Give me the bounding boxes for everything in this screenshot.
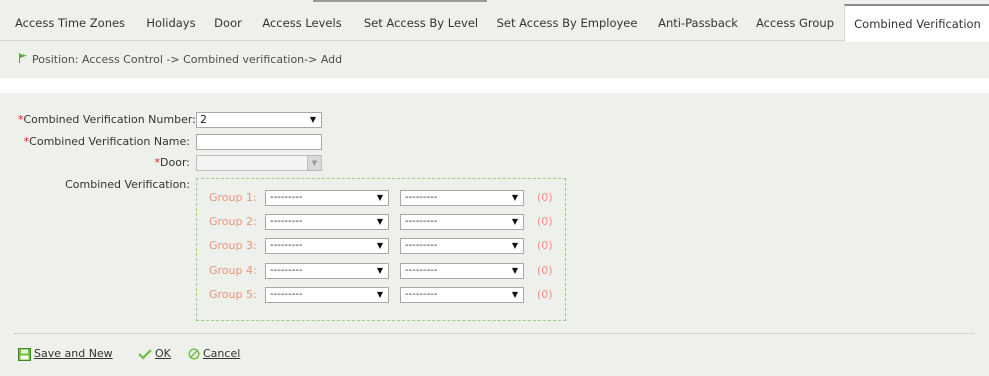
breadcrumb-text: Position: Access Control -> Combined ver…	[32, 53, 343, 66]
chevron-down-icon: ▼	[376, 241, 383, 250]
group-count: (0)	[537, 239, 553, 252]
group-count: (0)	[537, 288, 553, 301]
chevron-down-icon: ▼	[376, 217, 383, 226]
group-2-select-b[interactable]: --------- ▼	[400, 214, 524, 230]
group-label: Group 5:	[209, 288, 257, 301]
group-5-select-b[interactable]: --------- ▼	[400, 287, 524, 303]
chevron-down-icon: ▼	[309, 115, 316, 124]
cancel-button[interactable]: Cancel	[188, 346, 240, 362]
info-bar	[0, 78, 989, 93]
group-label: Group 4:	[209, 264, 257, 277]
divider	[14, 333, 974, 334]
group-2-select-a[interactable]: --------- ▼	[265, 214, 389, 230]
chevron-down-icon: ▼	[307, 156, 321, 170]
chevron-down-icon: ▼	[511, 193, 518, 202]
group-1-select-b[interactable]: --------- ▼	[400, 190, 524, 206]
group-4-select-a[interactable]: --------- ▼	[265, 263, 389, 279]
group-count: (0)	[537, 191, 553, 204]
tab-anti-passback[interactable]: Anti-Passback	[651, 6, 745, 40]
chevron-down-icon: ▼	[511, 217, 518, 226]
chevron-down-icon: ▼	[511, 266, 518, 275]
group-row: Group 3: --------- ▼ --------- ▼ (0)	[197, 238, 565, 254]
combined-verification-groups: Group 1: --------- ▼ --------- ▼ (0) Group…	[196, 178, 566, 321]
group-label: Group 1:	[209, 191, 257, 204]
ok-button[interactable]: OK	[138, 346, 171, 362]
group-3-select-b[interactable]: --------- ▼	[400, 238, 524, 254]
chevron-down-icon: ▼	[511, 241, 518, 250]
group-count: (0)	[537, 264, 553, 277]
tab-access-time-zones[interactable]: Access Time Zones	[8, 6, 132, 40]
tab-access-levels[interactable]: Access Levels	[256, 6, 348, 40]
checkmark-icon	[138, 349, 152, 360]
group-1-select-a[interactable]: --------- ▼	[265, 190, 389, 206]
group-count: (0)	[537, 215, 553, 228]
group-row: Group 4: --------- ▼ --------- ▼ (0)	[197, 263, 565, 279]
chevron-down-icon: ▼	[376, 266, 383, 275]
verification-number-select[interactable]: 2 ▼	[196, 112, 322, 128]
group-row: Group 1: --------- ▼ --------- ▼ (0)	[197, 190, 565, 206]
group-label: Group 3:	[209, 239, 257, 252]
tab-access-group[interactable]: Access Group	[751, 6, 839, 40]
save-icon	[18, 347, 31, 361]
combined-verification-label: Combined Verification:	[65, 178, 190, 191]
group-5-select-a[interactable]: --------- ▼	[265, 287, 389, 303]
tab-set-access-by-employee[interactable]: Set Access By Employee	[490, 6, 644, 40]
group-row: Group 2: --------- ▼ --------- ▼ (0)	[197, 214, 565, 230]
group-3-select-a[interactable]: --------- ▼	[265, 238, 389, 254]
group-4-select-b[interactable]: --------- ▼	[400, 263, 524, 279]
cancel-icon	[188, 348, 200, 360]
group-label: Group 2:	[209, 215, 257, 228]
tab-bar: Access Time Zones Holidays Door Access L…	[0, 0, 989, 42]
tab-bar-top-line	[313, 0, 487, 2]
verification-number-label: *Combined Verification Number:	[18, 113, 196, 126]
tab-door[interactable]: Door	[208, 6, 248, 40]
door-select[interactable]: ▼	[196, 155, 322, 171]
tab-holidays[interactable]: Holidays	[140, 6, 202, 40]
chevron-down-icon: ▼	[376, 193, 383, 202]
breadcrumb: Position: Access Control -> Combined ver…	[18, 52, 342, 68]
tab-set-access-by-level[interactable]: Set Access By Level	[354, 6, 488, 40]
chevron-down-icon: ▼	[511, 290, 518, 299]
save-and-new-button[interactable]: Save and New	[18, 346, 113, 362]
verification-name-input[interactable]	[196, 134, 322, 150]
flag-icon	[18, 52, 28, 68]
chevron-down-icon: ▼	[376, 290, 383, 299]
verification-name-label: *Combined Verification Name:	[23, 135, 190, 148]
door-label: *Door:	[154, 156, 190, 169]
tab-combined-verification[interactable]: Combined Verification	[844, 4, 989, 42]
group-row: Group 5: --------- ▼ --------- ▼ (0)	[197, 287, 565, 303]
